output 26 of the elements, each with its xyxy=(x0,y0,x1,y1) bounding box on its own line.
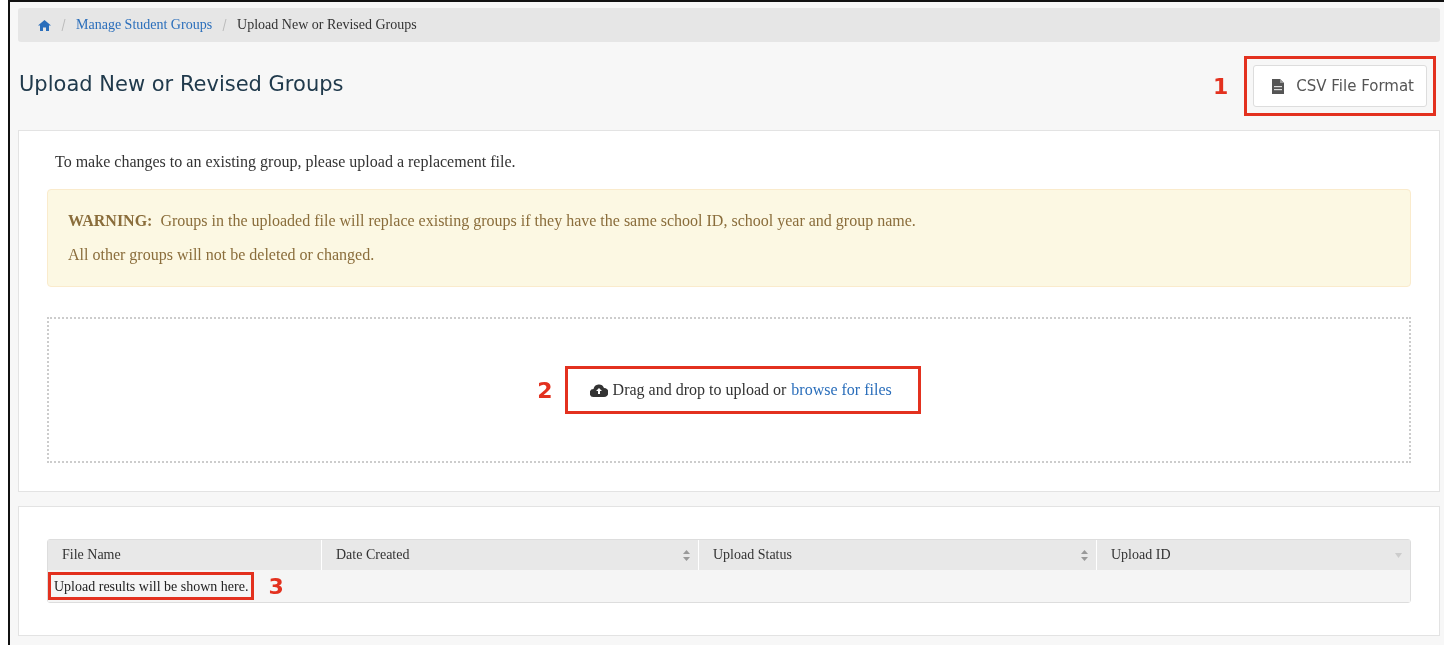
warning-text: All other groups will not be deleted or changed. xyxy=(68,245,376,266)
callout-number: 2 xyxy=(537,377,553,403)
column-header: Upload ID xyxy=(1111,547,1171,563)
intro-text: To make changes to an existing group, please upload a replacement file. xyxy=(55,153,517,171)
home-icon[interactable] xyxy=(38,19,51,31)
callout-number: 1 xyxy=(1212,73,1229,99)
drop-zone[interactable]: 2 Drag and drop to upload or browse for files xyxy=(47,317,1411,463)
breadcrumb-current: Upload New or Revised Groups xyxy=(237,17,417,33)
warning-text: WARNING: Groups in the uploaded file will replace existing groups if they have the same school ID, school year and group name. xyxy=(68,211,917,232)
page-title: Upload New or Revised Groups xyxy=(19,72,344,96)
document-icon xyxy=(1272,78,1285,94)
drop-instruction: Drag and drop to upload or xyxy=(612,381,787,399)
sort-icon[interactable] xyxy=(1081,549,1088,561)
column-header: Date Created xyxy=(336,547,410,563)
sort-down-icon[interactable] xyxy=(1395,552,1402,558)
sort-icon[interactable] xyxy=(683,549,690,561)
column-header: Upload Status xyxy=(713,547,792,563)
browse-link[interactable]: browse for files xyxy=(791,381,892,399)
callout-number: 3 xyxy=(268,573,284,599)
separator-icon xyxy=(222,19,228,31)
column-header: File Name xyxy=(62,547,121,563)
csv-format-button[interactable]: CSV File Format xyxy=(1253,65,1427,107)
empty-message: Upload results will be shown here. xyxy=(54,579,249,594)
separator-icon xyxy=(61,19,66,31)
cloud-upload-icon xyxy=(589,383,608,397)
breadcrumb-link[interactable]: Manage Student Groups xyxy=(76,17,213,33)
